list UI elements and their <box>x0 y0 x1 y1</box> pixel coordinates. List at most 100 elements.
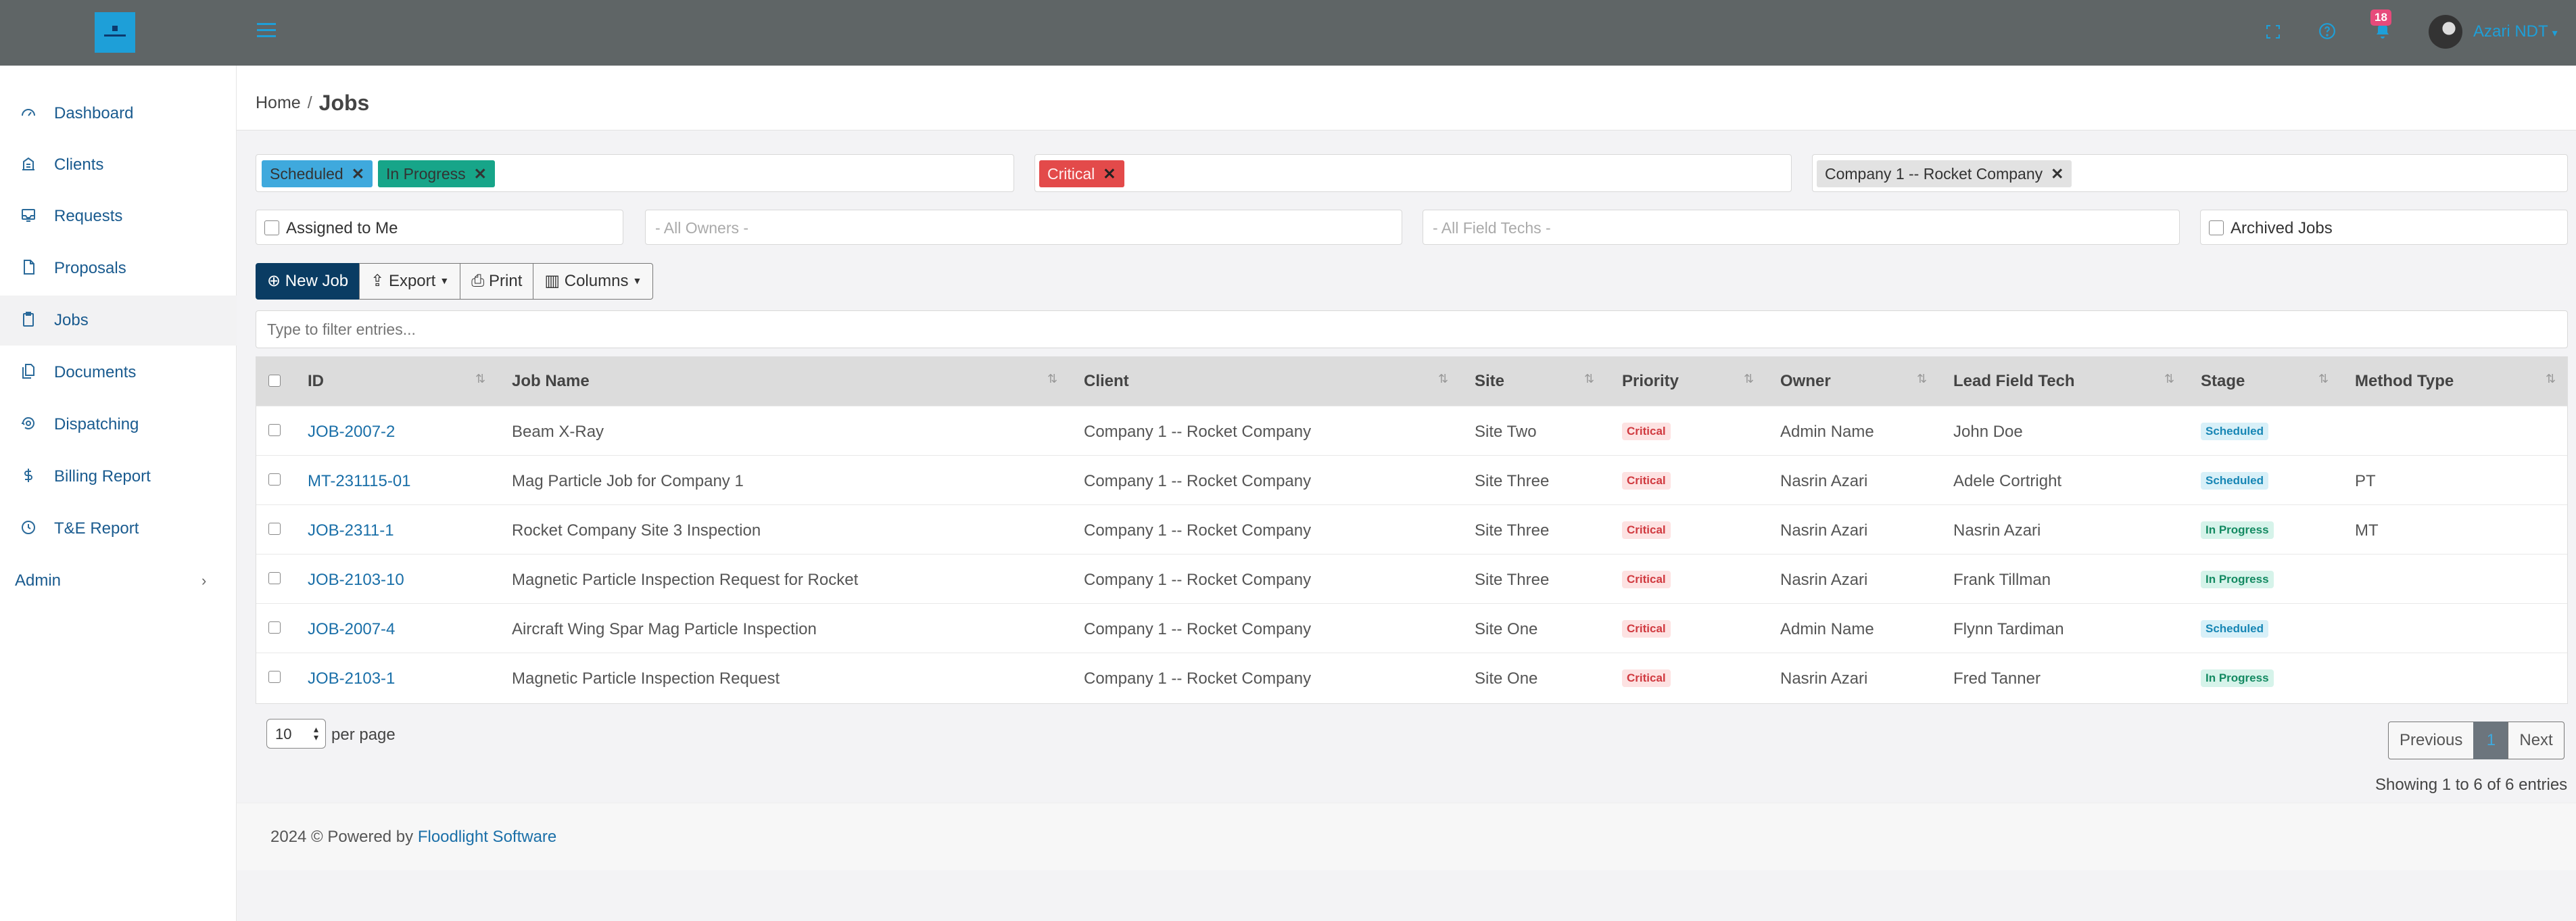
job-id-link[interactable]: JOB-2103-10 <box>308 571 404 590</box>
select-all-checkbox[interactable] <box>268 375 281 387</box>
stage-tag-in-progress: In Progress ✕ <box>378 160 495 187</box>
column-header-method-type[interactable]: Method Type <box>2355 372 2454 391</box>
priority-badge: Critical <box>1622 423 1671 440</box>
clipboard-icon <box>19 311 38 330</box>
fullscreen-icon[interactable] <box>2261 22 2285 46</box>
button-label: New Job <box>285 272 349 290</box>
assigned-to-me-checkbox[interactable]: Assigned to Me <box>256 210 623 245</box>
sidebar-item-documents[interactable]: Documents <box>0 348 237 398</box>
sidebar-item-label: Documents <box>54 363 137 381</box>
column-header-priority[interactable]: Priority <box>1622 372 1679 391</box>
column-header-job-name[interactable]: Job Name <box>512 372 590 391</box>
table-row[interactable]: JOB-2007-4 Aircraft Wing Spar Mag Particl… <box>256 603 2567 653</box>
sort-icon[interactable]: ⇅ <box>1744 372 1754 386</box>
columns-button[interactable]: ▥ Columns ▼ <box>533 263 654 300</box>
table-filter[interactable] <box>256 310 2568 348</box>
export-button[interactable]: ⇪ Export ▼ <box>359 263 461 300</box>
job-id-link[interactable]: MT-231115-01 <box>308 472 411 491</box>
sort-icon[interactable]: ⇅ <box>2546 372 2556 386</box>
footer-link[interactable]: Floodlight Software <box>418 828 556 846</box>
remove-tag-icon[interactable]: ✕ <box>1103 165 1116 183</box>
files-icon <box>19 363 38 382</box>
pagination: Previous 1 Next <box>2388 722 2565 759</box>
sort-icon[interactable]: ⇅ <box>475 372 485 386</box>
priority-filter[interactable]: Critical ✕ <box>1034 154 1792 192</box>
table-row[interactable]: JOB-2007-2 Beam X-Ray Company 1 -- Rocket … <box>256 406 2567 455</box>
help-icon[interactable] <box>2315 22 2339 46</box>
filter-input[interactable] <box>256 311 2567 348</box>
menu-toggle-icon[interactable] <box>257 23 276 38</box>
row-checkbox[interactable] <box>268 572 281 584</box>
table-row[interactable]: MT-231115-01 Mag Particle Job for Company… <box>256 455 2567 504</box>
sidebar-item-jobs[interactable]: Jobs <box>0 296 237 346</box>
owner-cell: Nasrin Azari <box>1780 669 1868 688</box>
sidebar-item-proposals[interactable]: Proposals <box>0 243 237 293</box>
sidebar-item-t-e-report[interactable]: T&E Report <box>0 504 237 554</box>
button-label: Columns <box>564 272 629 290</box>
upload-icon: ⇪ <box>371 272 389 290</box>
job-id-link[interactable]: JOB-2103-1 <box>308 669 395 688</box>
sidebar-item-admin[interactable]: Admin › <box>0 556 237 606</box>
page-button-1[interactable]: 1 <box>2473 722 2509 759</box>
table-row[interactable]: JOB-2103-1 Magnetic Particle Inspection R… <box>256 653 2567 702</box>
app-logo[interactable] <box>95 12 135 53</box>
column-header-client[interactable]: Client <box>1084 372 1129 391</box>
row-checkbox[interactable] <box>268 671 281 683</box>
sort-icon[interactable]: ⇅ <box>1047 372 1057 386</box>
table-row[interactable]: JOB-2311-1 Rocket Company Site 3 Inspecti… <box>256 504 2567 554</box>
sort-icon[interactable]: ⇅ <box>2318 372 2329 386</box>
sidebar-item-billing-report[interactable]: Billing Report <box>0 452 237 502</box>
priority-badge: Critical <box>1622 571 1671 588</box>
column-header-stage[interactable]: Stage <box>2201 372 2245 391</box>
checkbox[interactable] <box>2209 220 2224 235</box>
sidebar-item-label: Jobs <box>54 311 89 329</box>
inbox-icon <box>19 207 38 226</box>
avatar[interactable] <box>2429 15 2462 49</box>
sidebar-item-clients[interactable]: Clients <box>0 140 237 190</box>
sidebar-item-requests[interactable]: Requests <box>0 191 237 241</box>
remove-tag-icon[interactable]: ✕ <box>352 165 364 183</box>
stage-tag-scheduled: Scheduled ✕ <box>262 160 373 187</box>
per-page-select[interactable]: 10 ▴ ▾ <box>266 719 326 749</box>
username-label: Azari NDT <box>2473 22 2548 41</box>
column-header-owner[interactable]: Owner <box>1780 372 1831 391</box>
sidebar: Dashboard Clients Requests Proposals Jobs Doc… <box>0 66 237 921</box>
table-row[interactable]: JOB-2103-10 Magnetic Particle Inspection … <box>256 554 2567 603</box>
sort-icon[interactable]: ⇅ <box>2164 372 2174 386</box>
sort-icon[interactable]: ⇅ <box>1917 372 1927 386</box>
user-menu[interactable]: Azari NDT ▾ <box>2473 22 2558 41</box>
owners-select[interactable]: - All Owners - <box>645 210 1402 245</box>
row-checkbox[interactable] <box>268 473 281 486</box>
column-header-lead-field-tech[interactable]: Lead Field Tech <box>1953 372 2075 391</box>
lead-field-tech-cell: John Doe <box>1953 423 2023 441</box>
archived-jobs-checkbox[interactable]: Archived Jobs <box>2200 210 2568 245</box>
sort-icon[interactable]: ⇅ <box>1584 372 1594 386</box>
breadcrumb-home[interactable]: Home <box>256 93 301 112</box>
row-checkbox[interactable] <box>268 523 281 535</box>
select-placeholder: - All Field Techs - <box>1433 219 1551 237</box>
stage-filter[interactable]: Scheduled ✕ In Progress ✕ <box>256 154 1014 192</box>
remove-tag-icon[interactable]: ✕ <box>474 165 487 183</box>
jobs-table: ID ⇅ Job Name ⇅ Client ⇅ Site ⇅ Priority… <box>256 356 2568 704</box>
sidebar-item-dashboard[interactable]: Dashboard <box>0 89 237 139</box>
job-id-link[interactable]: JOB-2007-2 <box>308 423 395 442</box>
client-filter[interactable]: Company 1 -- Rocket Company ✕ <box>1812 154 2568 192</box>
sort-icon[interactable]: ⇅ <box>1438 372 1448 386</box>
new-job-button[interactable]: ⊕ New Job <box>256 263 360 300</box>
job-id-link[interactable]: JOB-2311-1 <box>308 521 394 540</box>
column-header-id[interactable]: ID <box>308 372 324 391</box>
checkbox-label: Assigned to Me <box>286 219 398 237</box>
field-techs-select[interactable]: - All Field Techs - <box>1423 210 2180 245</box>
row-checkbox[interactable] <box>268 424 281 436</box>
print-button[interactable]: ⎙ Print <box>460 263 534 300</box>
job-id-link[interactable]: JOB-2007-4 <box>308 620 395 639</box>
previous-page-button[interactable]: Previous <box>2388 722 2475 759</box>
row-checkbox[interactable] <box>268 621 281 634</box>
client-cell: Company 1 -- Rocket Company <box>1084 571 1312 589</box>
checkbox[interactable] <box>264 220 279 235</box>
next-page-button[interactable]: Next <box>2508 722 2565 759</box>
sidebar-item-dispatching[interactable]: Dispatching <box>0 400 237 450</box>
remove-tag-icon[interactable]: ✕ <box>2051 165 2064 183</box>
toolbar: ⊕ New Job ⇪ Export ▼ ⎙ Print ▥ Columns ▼ <box>256 263 654 300</box>
column-header-site[interactable]: Site <box>1475 372 1504 391</box>
